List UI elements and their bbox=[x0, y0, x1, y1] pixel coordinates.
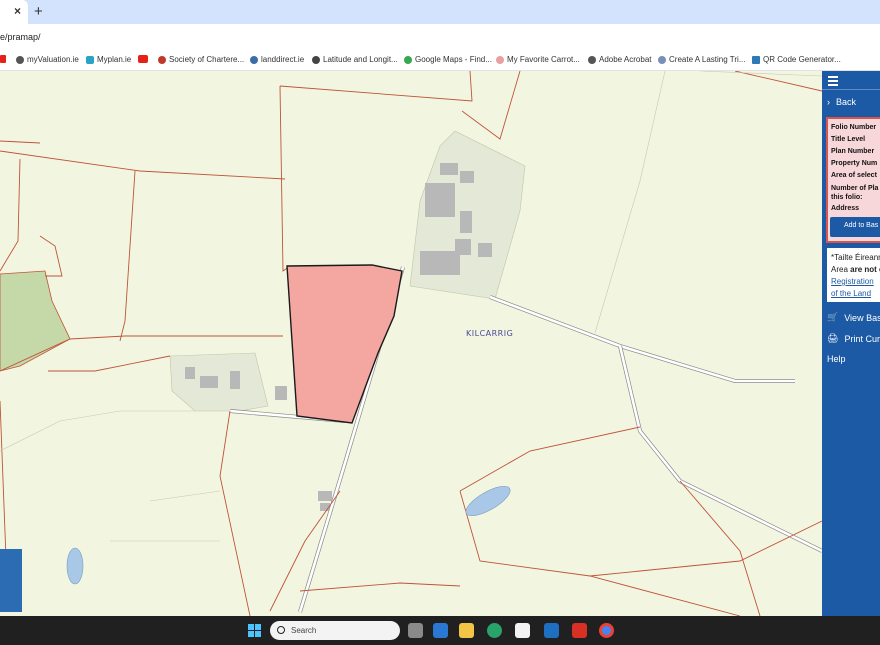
bookmark-youtube-partial[interactable] bbox=[0, 55, 6, 63]
number-of-plans-line2: this folio: bbox=[831, 194, 863, 201]
title-level-label: Title Level bbox=[831, 136, 866, 143]
map-control-widget[interactable] bbox=[0, 549, 22, 612]
bird-icon bbox=[658, 55, 666, 64]
property-number-label: Property Num bbox=[831, 160, 878, 167]
notice-line2: Area are not c bbox=[831, 264, 880, 276]
youtube-icon bbox=[0, 55, 6, 63]
farmyard-area bbox=[169, 352, 269, 412]
notice-box: *Tailte Éireann Area are not c Registrat… bbox=[826, 247, 880, 303]
bookmark-item[interactable]: Latitude and Longit... bbox=[312, 55, 398, 64]
app-icon[interactable] bbox=[515, 623, 530, 638]
notice-bold: are not c bbox=[850, 265, 880, 274]
bookmarks-bar: myValuation.ie Myplan.ie Society of Char… bbox=[0, 50, 880, 71]
road bbox=[489, 295, 795, 383]
bookmark-label: Myplan.ie bbox=[97, 55, 132, 64]
taskbar: Search bbox=[0, 616, 880, 645]
globe-icon bbox=[16, 55, 24, 64]
townland-label: KILCARRIG bbox=[466, 329, 514, 338]
bookmark-label: Create A Lasting Tri... bbox=[669, 55, 746, 64]
bookmark-item[interactable]: myValuation.ie bbox=[16, 55, 79, 64]
folio-number-label: Folio Number bbox=[831, 124, 877, 131]
search-placeholder: Search bbox=[291, 626, 317, 635]
notice-line1: *Tailte Éireann bbox=[831, 253, 880, 262]
chrome-icon[interactable] bbox=[599, 623, 614, 638]
field-boundaries bbox=[0, 71, 822, 616]
windows-start-icon[interactable] bbox=[248, 624, 261, 637]
address-label: Address bbox=[831, 205, 860, 212]
search-icon bbox=[277, 626, 285, 634]
area-selected-label: Area of select bbox=[831, 172, 877, 179]
tab-strip: × + bbox=[0, 0, 880, 24]
land-link[interactable]: of the Land bbox=[831, 289, 871, 298]
file-explorer-icon[interactable] bbox=[459, 623, 474, 638]
registration-link[interactable]: Registration bbox=[831, 277, 874, 286]
address-bar[interactable]: e/pramap/ bbox=[0, 24, 880, 50]
bookmark-label: myValuation.ie bbox=[27, 55, 79, 64]
back-button[interactable]: › Back bbox=[827, 97, 856, 107]
bookmark-label: QR Code Generator... bbox=[763, 55, 841, 64]
printer-icon: 🖨 bbox=[827, 333, 839, 343]
print-current-label: Print Curr bbox=[844, 333, 880, 344]
ground-lines bbox=[0, 71, 822, 542]
globe-icon bbox=[588, 55, 596, 64]
chevron-right-icon: › bbox=[827, 97, 830, 107]
bookmark-label: landdirect.ie bbox=[261, 55, 305, 64]
pond bbox=[465, 485, 511, 517]
outlook-icon[interactable] bbox=[544, 623, 559, 638]
shield-icon bbox=[86, 55, 94, 64]
plan-number-label: Plan Number bbox=[831, 148, 875, 155]
bookmark-item[interactable]: Myplan.ie bbox=[86, 55, 131, 64]
bookmark-item[interactable]: My Favorite Carrot... bbox=[496, 55, 580, 64]
side-panel: › Back Folio Number Title Level Plan Num… bbox=[822, 71, 880, 616]
basket-icon: 🛒 bbox=[827, 312, 839, 322]
add-to-basket-button[interactable]: Add to Bas bbox=[830, 217, 880, 237]
help-link[interactable]: Help bbox=[827, 354, 846, 364]
forest-area bbox=[0, 270, 71, 372]
hamburger-menu-icon[interactable] bbox=[828, 76, 838, 88]
edge-browser-icon[interactable] bbox=[487, 623, 502, 638]
carrot-icon bbox=[496, 55, 504, 64]
bookmark-item[interactable]: landdirect.ie bbox=[250, 55, 304, 64]
globe-icon bbox=[250, 55, 258, 64]
bookmark-label: My Favorite Carrot... bbox=[507, 55, 580, 64]
view-basket-label: View Bask bbox=[844, 312, 880, 323]
site-icon bbox=[158, 55, 166, 64]
bookmark-item[interactable]: Create A Lasting Tri... bbox=[658, 55, 745, 64]
print-current-link[interactable]: 🖨 Print Curr bbox=[827, 333, 880, 344]
bookmark-youtube[interactable] bbox=[138, 55, 148, 63]
bookmark-label: Society of Chartere... bbox=[169, 55, 245, 64]
bookmark-label: Adobe Acrobat bbox=[599, 55, 652, 64]
task-view-icon[interactable] bbox=[408, 623, 423, 638]
bookmark-label: Latitude and Longit... bbox=[323, 55, 398, 64]
bookmark-item[interactable]: Adobe Acrobat bbox=[588, 55, 651, 64]
land-map[interactable]: KILCARRIG bbox=[0, 71, 822, 616]
pond bbox=[66, 547, 84, 585]
store-icon[interactable] bbox=[433, 623, 448, 638]
map-pin-icon bbox=[404, 55, 412, 64]
url-text[interactable]: e/pramap/ bbox=[0, 32, 41, 42]
bookmark-label: Google Maps - Find... bbox=[415, 55, 492, 64]
help-label: Help bbox=[827, 354, 846, 364]
new-tab-button[interactable]: + bbox=[34, 3, 43, 20]
notice-prefix: Area bbox=[831, 265, 851, 274]
number-of-plans-label: Number of Pla this folio: bbox=[831, 184, 880, 202]
globe-icon bbox=[312, 55, 320, 64]
taskbar-search-input[interactable]: Search bbox=[270, 621, 400, 640]
youtube-icon bbox=[138, 55, 148, 63]
panel-divider bbox=[822, 89, 880, 90]
view-basket-link[interactable]: 🛒 View Bask bbox=[827, 312, 880, 323]
number-of-plans-line1: Number of Pla bbox=[831, 185, 879, 192]
acrobat-icon[interactable] bbox=[572, 623, 587, 638]
map-canvas[interactable] bbox=[0, 71, 822, 616]
bookmark-item[interactable]: Society of Chartere... bbox=[158, 55, 244, 64]
close-tab-icon[interactable]: × bbox=[14, 4, 21, 18]
back-label: Back bbox=[836, 97, 857, 107]
bookmark-item[interactable]: QR Code Generator... bbox=[752, 55, 841, 64]
qr-code-icon bbox=[752, 55, 760, 64]
bookmark-item[interactable]: Google Maps - Find... bbox=[404, 55, 492, 64]
active-tab[interactable]: × bbox=[0, 0, 28, 24]
selected-parcel[interactable] bbox=[286, 264, 403, 424]
